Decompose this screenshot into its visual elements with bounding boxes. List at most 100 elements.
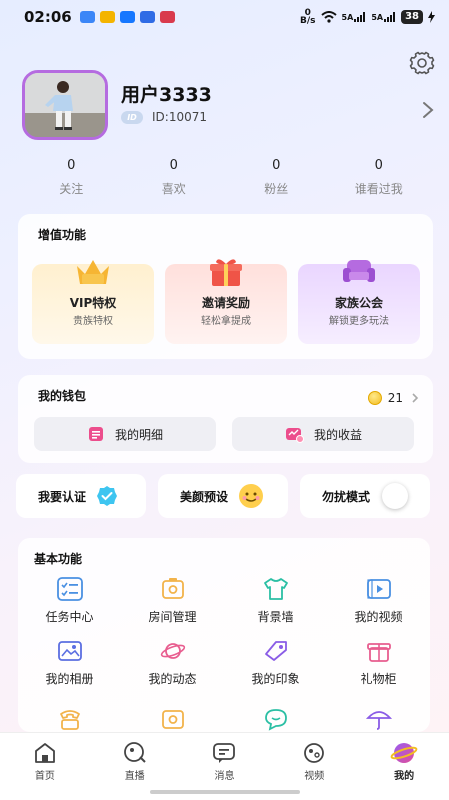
gift-box-icon	[366, 643, 391, 662]
my-album-item[interactable]: 我的相册	[18, 638, 121, 687]
battery-indicator: 38	[401, 10, 423, 24]
finance-app-icon	[139, 11, 155, 23]
stat-likes[interactable]: 0 喜欢	[123, 158, 226, 197]
video-tab-icon	[304, 743, 325, 763]
chevron-right-icon[interactable]	[411, 392, 419, 404]
my-moments-item[interactable]: 我的动态	[121, 638, 224, 687]
family-guild-tile[interactable]: 家族公会 解锁更多玩法	[298, 260, 420, 344]
nav-profile[interactable]: 我的	[359, 733, 449, 800]
function-label: 我的相册	[45, 672, 94, 686]
stat-label: 谁看过我	[354, 182, 403, 196]
beauty-preset-button[interactable]: 美颜预设	[158, 474, 288, 518]
quick-action-label: 我要认证	[38, 489, 87, 504]
stat-label: 关注	[59, 182, 84, 196]
earnings-icon	[285, 428, 304, 443]
tile-subtitle: 轻松拿提成	[201, 316, 251, 327]
stat-following[interactable]: 0 关注	[20, 158, 123, 197]
home-indicator	[150, 790, 300, 794]
umbrella-item[interactable]	[327, 706, 430, 732]
vip-privilege-tile[interactable]: VIP特权 贵族特权	[32, 260, 154, 344]
room-management-item[interactable]: 房间管理	[121, 576, 224, 625]
stat-value: 0	[272, 158, 281, 173]
home-icon	[34, 743, 55, 763]
tile-title: 家族公会	[334, 296, 383, 310]
id-badge: ID	[121, 111, 143, 124]
room-icon	[161, 578, 184, 599]
sofa-icon	[343, 260, 375, 282]
status-bar: 02:06 0 B/s 5A 5A 38	[0, 0, 449, 34]
gift-icon	[210, 259, 242, 286]
chevron-right-icon[interactable]	[421, 100, 435, 120]
stat-visitors[interactable]: 0 谁看过我	[328, 158, 431, 197]
tile-subtitle: 贵族特权	[73, 316, 113, 327]
function-label: 礼物柜	[360, 672, 397, 686]
wallet-card: 我的钱包 21 我的明细 我的收益	[18, 375, 433, 463]
do-not-disturb-row: 勿扰模式	[300, 474, 430, 518]
smiley-face-icon	[239, 484, 264, 508]
toggle-switch-icon[interactable]	[382, 483, 409, 509]
nav-label: 我的	[394, 771, 415, 782]
coin-balance[interactable]: 21	[367, 391, 403, 405]
signal-1: 5A	[342, 12, 367, 22]
nav-label: 首页	[34, 771, 55, 782]
video-icon	[366, 579, 391, 599]
my-details-label: 我的明细	[114, 427, 163, 442]
nav-label: 消息	[214, 771, 235, 782]
my-videos-item[interactable]: 我的视频	[327, 576, 430, 625]
mail-app-icon	[99, 11, 115, 23]
my-details-button[interactable]: 我的明细	[34, 417, 216, 451]
function-label: 背景墙	[257, 610, 294, 624]
message-icon	[213, 743, 236, 763]
tile-subtitle: 解锁更多玩法	[329, 316, 389, 327]
shirt-icon	[263, 578, 288, 600]
phone-item[interactable]	[18, 706, 121, 732]
quick-action-label: 勿扰模式	[322, 489, 371, 504]
my-earnings-label: 我的收益	[313, 427, 362, 442]
chat-item[interactable]	[224, 706, 327, 732]
status-indicators: 0 B/s 5A 5A 38	[300, 8, 435, 26]
status-time: 02:06	[24, 8, 72, 26]
photo-app-icon	[159, 11, 175, 23]
tag-icon	[264, 641, 287, 661]
planet-icon	[160, 643, 185, 659]
document-list-icon	[88, 427, 103, 441]
user-id: ID:10071	[152, 110, 207, 124]
room-icon	[161, 710, 184, 729]
verification-button[interactable]: 我要认证	[16, 474, 146, 518]
function-label: 我的印象	[251, 672, 300, 686]
live-icon	[123, 742, 146, 763]
coin-count: 21	[387, 391, 403, 405]
message-app-icon	[79, 11, 95, 23]
profile-planet-icon	[390, 743, 418, 763]
phone-icon	[59, 710, 80, 730]
stat-fans[interactable]: 0 粉丝	[225, 158, 328, 197]
nav-label: 直播	[124, 771, 145, 782]
function-label: 房间管理	[148, 610, 197, 624]
my-impression-item[interactable]: 我的印象	[224, 638, 327, 687]
task-list-icon	[56, 577, 83, 601]
net-speed: 0 B/s	[300, 8, 316, 26]
gift-cabinet-item[interactable]: 礼物柜	[327, 638, 430, 687]
charging-icon	[428, 11, 435, 23]
nav-label: 视频	[304, 771, 325, 782]
coin-icon	[367, 391, 382, 405]
value-added-card: 增值功能 VIP特权 贵族特权 邀请奖励 轻松拿提成 家族公会 解锁更多玩法	[18, 214, 433, 359]
album-icon	[57, 641, 82, 661]
stat-label: 粉丝	[264, 182, 289, 196]
stats-row: 0 关注 0 喜欢 0 粉丝 0 谁看过我	[20, 158, 430, 197]
task-center-item[interactable]: 任务中心	[18, 576, 121, 625]
avatar[interactable]	[22, 70, 108, 140]
settings-gear-icon[interactable]	[409, 50, 435, 76]
function-label: 我的视频	[354, 610, 403, 624]
signal-2: 5A	[371, 12, 396, 22]
invite-reward-tile[interactable]: 邀请奖励 轻松拿提成	[165, 259, 287, 344]
alipay-icon	[119, 11, 135, 23]
stat-label: 喜欢	[161, 182, 186, 196]
my-earnings-button[interactable]: 我的收益	[232, 417, 414, 451]
value-added-title: 增值功能	[38, 228, 87, 242]
background-wall-item[interactable]: 背景墙	[224, 576, 327, 625]
function-label: 任务中心	[45, 610, 94, 624]
nav-home[interactable]: 首页	[0, 733, 90, 800]
wifi-icon	[320, 11, 337, 23]
room-item[interactable]	[121, 706, 224, 732]
